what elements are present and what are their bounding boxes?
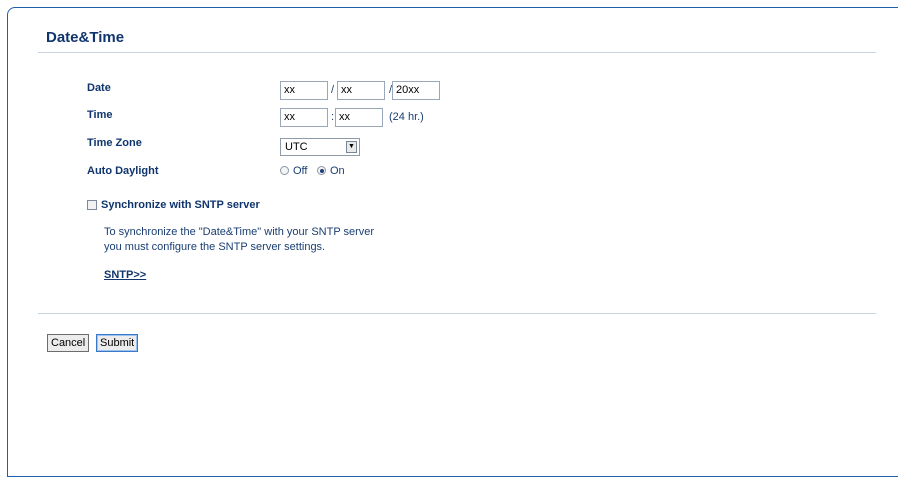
timezone-selected-value: UTC xyxy=(285,141,308,153)
date-label: Date xyxy=(87,82,111,94)
daylight-off-radio[interactable] xyxy=(280,166,289,175)
time-minute-input[interactable]: xx xyxy=(335,108,383,127)
sync-description-line1: To synchronize the "Date&Time" with your… xyxy=(104,226,375,238)
bottom-divider xyxy=(38,313,876,314)
daylight-on-label: On xyxy=(330,165,345,177)
daylight-on-radio[interactable] xyxy=(317,166,326,175)
time-hour-input[interactable]: xx xyxy=(280,108,328,127)
timezone-select[interactable]: UTC ▼ xyxy=(280,138,360,156)
date-separator-1: / xyxy=(331,84,335,96)
auto-daylight-label: Auto Daylight xyxy=(87,165,159,177)
date-month-input[interactable]: xx xyxy=(280,81,328,100)
timezone-label: Time Zone xyxy=(87,137,142,149)
date-day-input[interactable]: xx xyxy=(337,81,385,100)
sync-sntp-checkbox[interactable] xyxy=(87,200,97,210)
sntp-settings-link[interactable]: SNTP>> xyxy=(104,269,146,281)
daylight-off-label: Off xyxy=(293,165,308,177)
cancel-button[interactable]: Cancel xyxy=(47,334,90,352)
date-year-input[interactable]: 20xx xyxy=(392,81,440,100)
chevron-down-icon[interactable]: ▼ xyxy=(346,141,357,153)
page-title: Date&Time xyxy=(46,29,125,46)
sync-description-line2: you must configure the SNTP server setti… xyxy=(104,241,326,253)
sync-sntp-label: Synchronize with SNTP server xyxy=(101,199,260,211)
time-label: Time xyxy=(87,109,113,121)
time-format-hint: (24 hr.) xyxy=(389,111,424,123)
time-separator: : xyxy=(331,111,335,123)
submit-button[interactable]: Submit xyxy=(96,334,139,352)
title-divider xyxy=(38,52,876,53)
